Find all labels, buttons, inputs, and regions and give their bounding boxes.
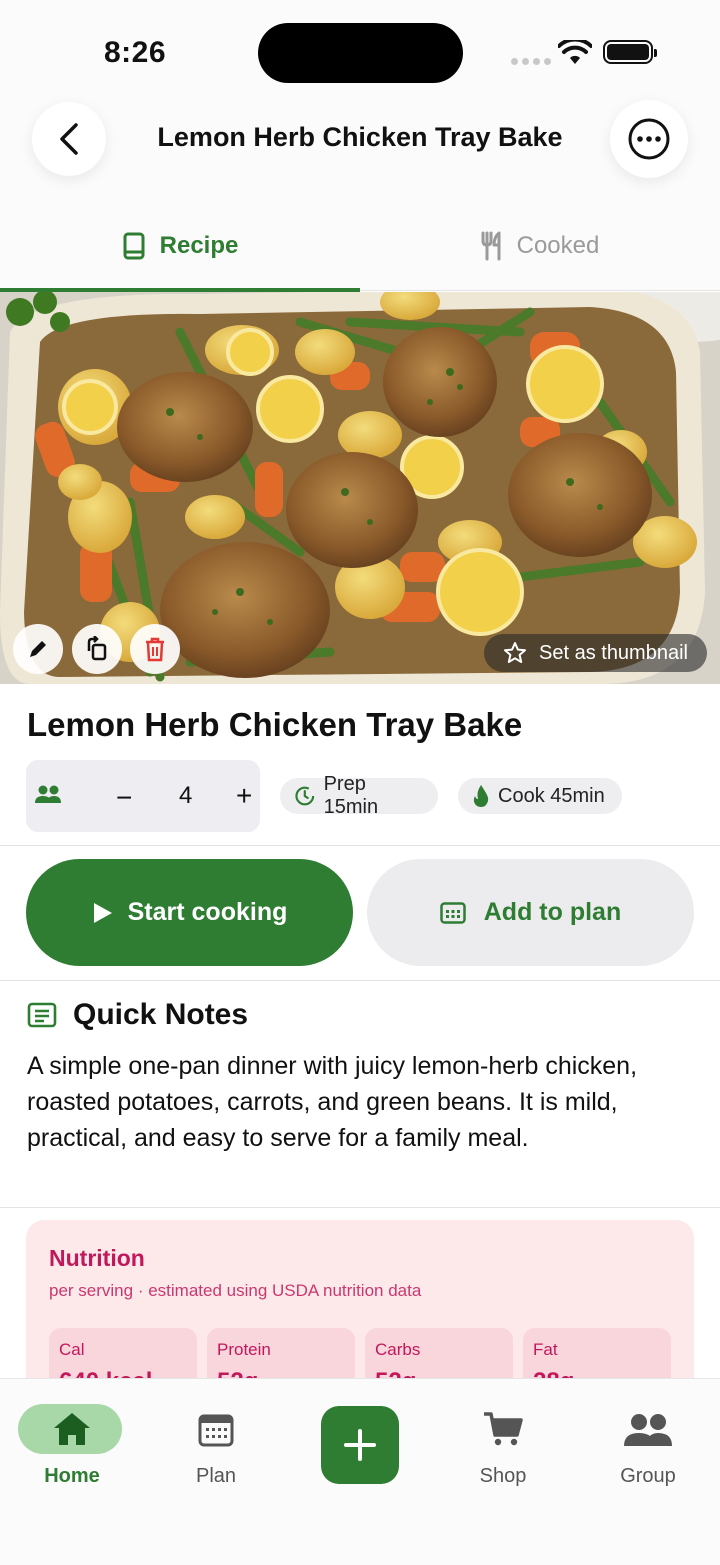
set-thumbnail-label: Set as thumbnail — [539, 641, 688, 664]
more-options-button[interactable] — [610, 100, 688, 178]
play-icon — [93, 902, 112, 923]
start-cooking-label: Start cooking — [127, 898, 288, 926]
pencil-icon — [30, 641, 46, 657]
divider — [0, 980, 720, 981]
nutrition-protein: Protein 52g — [207, 1328, 355, 1380]
timer-icon — [295, 786, 315, 806]
tray-bake-illustration — [0, 292, 720, 684]
recipe-photo — [0, 292, 720, 684]
page-title: Lemon Herb Chicken Tray Bake — [157, 122, 563, 152]
nutrition-card: Nutrition per serving · estimated using … — [26, 1220, 694, 1380]
servings-stepper: − 4 + — [26, 760, 260, 832]
increase-servings-button[interactable]: + — [236, 780, 252, 812]
quick-notes-text: A simple one-pan dinner with juicy lemon… — [27, 1052, 638, 1152]
note-icon — [27, 1002, 57, 1028]
flame-icon — [473, 785, 489, 807]
back-button[interactable] — [32, 102, 106, 176]
cart-icon — [484, 1412, 523, 1446]
nav-home[interactable]: Home — [2, 1379, 142, 1499]
status-time: 8:26 — [104, 36, 167, 69]
add-to-plan-button[interactable]: Add to plan — [367, 859, 694, 966]
prep-time-text: Prep 15min — [323, 773, 379, 818]
quick-notes-header: Quick Notes — [27, 998, 248, 1032]
nutrition-fat: Fat 28g — [523, 1328, 671, 1380]
fork-knife-icon — [481, 231, 501, 260]
star-icon — [504, 642, 526, 663]
nutrition-calories: Cal 640 kcal — [49, 1328, 197, 1380]
cook-time-badge: Cook 45min — [458, 778, 622, 814]
divider — [0, 1207, 720, 1208]
nav-group[interactable]: Group — [578, 1379, 718, 1499]
chevron-left-icon — [60, 123, 78, 155]
nav-plan[interactable]: Plan — [146, 1379, 286, 1499]
calendar-icon — [440, 901, 466, 924]
plus-icon — [344, 1429, 376, 1461]
nutrition-carbs: Carbs 52g — [365, 1328, 513, 1380]
nutrition-label: Cal — [59, 1340, 85, 1359]
cook-time-text: Cook 45min — [498, 784, 605, 807]
bottom-navigation: Home Plan Shop Group — [0, 1378, 720, 1565]
nav-group-label: Group — [620, 1465, 676, 1487]
decrease-servings-button[interactable]: − — [116, 782, 132, 814]
battery-icon — [603, 40, 657, 64]
nutrition-label: Protein — [217, 1340, 271, 1359]
nav-plan-label: Plan — [195, 1465, 237, 1487]
nav-shop-label: Shop — [479, 1465, 527, 1487]
dynamic-island — [258, 23, 463, 83]
set-thumbnail-button[interactable]: Set as thumbnail — [484, 634, 707, 672]
nutrition-subtitle: per serving · estimated using USDA nutri… — [49, 1281, 422, 1300]
add-to-plan-label: Add to plan — [483, 898, 622, 926]
tab-recipe-label: Recipe — [159, 231, 239, 259]
status-bar: 8:26 — [0, 0, 720, 100]
divider — [0, 845, 720, 846]
nav-shop[interactable]: Shop — [433, 1379, 573, 1499]
replace-photo-button[interactable] — [72, 624, 122, 674]
cellular-signal-icon — [511, 58, 551, 65]
ellipsis-circle-icon — [628, 118, 670, 160]
nav-home-label: Home — [44, 1465, 100, 1487]
prep-time-badge: Prep 15min — [280, 773, 438, 818]
nutrition-label: Fat — [533, 1340, 558, 1359]
edit-photo-button[interactable] — [13, 624, 63, 674]
start-cooking-button[interactable]: Start cooking — [26, 859, 353, 966]
tab-bar: Recipe Cooked — [0, 200, 720, 292]
servings-count: 4 — [179, 782, 193, 809]
nutrition-title: Nutrition — [49, 1245, 145, 1271]
wifi-icon — [558, 40, 592, 64]
tab-cooked[interactable]: Cooked — [360, 200, 720, 291]
trash-icon — [146, 637, 164, 662]
calendar-icon — [198, 1414, 234, 1447]
rotate-icon — [87, 636, 107, 661]
recipe-title: Lemon Herb Chicken Tray Bake — [27, 706, 523, 743]
people-icon — [35, 785, 61, 803]
quick-notes-title: Quick Notes — [73, 998, 249, 1031]
top-bar: Lemon Herb Chicken Tray Bake — [0, 100, 720, 200]
tab-recipe[interactable]: Recipe — [0, 200, 360, 292]
delete-photo-button[interactable] — [130, 624, 180, 674]
tab-cooked-label: Cooked — [516, 231, 600, 259]
nutrition-label: Carbs — [375, 1340, 421, 1359]
home-icon — [54, 1413, 90, 1445]
book-icon — [123, 232, 145, 259]
group-icon — [624, 1414, 672, 1446]
add-recipe-button[interactable] — [321, 1406, 399, 1484]
